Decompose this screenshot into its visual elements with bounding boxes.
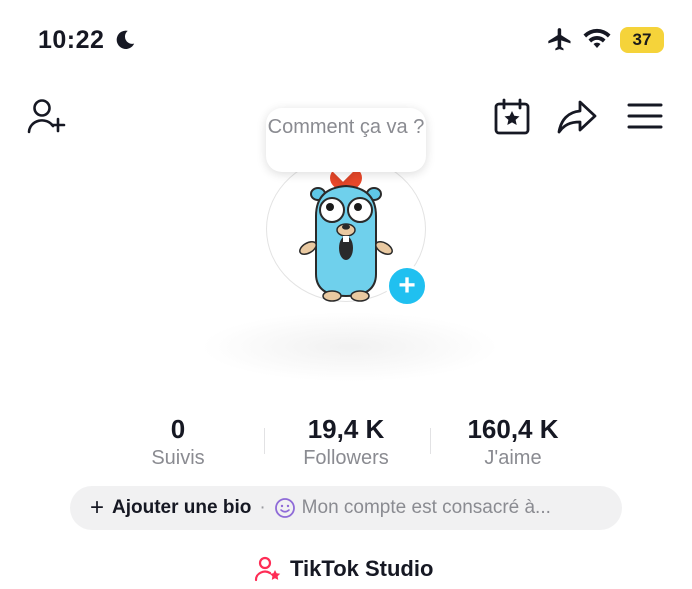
- stat-following-label: Suivis: [151, 447, 205, 469]
- stat-following-count: 0: [170, 414, 186, 444]
- blurred-username: [200, 312, 500, 382]
- stat-likes[interactable]: 160,4 K J'aime: [448, 414, 578, 472]
- share-icon[interactable]: [556, 98, 598, 136]
- bio-separator: ·: [259, 497, 266, 518]
- stat-divider: [264, 428, 265, 454]
- moon-icon: [116, 30, 135, 49]
- battery-icon: 37: [620, 27, 664, 53]
- add-bio-label: Ajouter une bio: [112, 497, 252, 518]
- add-bio-button[interactable]: + Ajouter une bio · Mon compte est consa…: [70, 486, 622, 530]
- plus-icon: +: [90, 494, 105, 521]
- status-bar: 10:22 37: [0, 0, 692, 80]
- stat-followers-label: Followers: [303, 447, 389, 469]
- add-friend-icon[interactable]: [26, 96, 68, 136]
- studio-icon: [254, 556, 281, 582]
- bio-suggestion: Mon compte est consacré à...: [301, 497, 551, 518]
- battery-level: 37: [632, 30, 652, 49]
- wifi-icon: [583, 28, 611, 48]
- calendar-star-icon[interactable]: [492, 97, 532, 137]
- smile-icon: [274, 498, 295, 518]
- status-time: 10:22: [38, 26, 105, 54]
- stat-divider: [430, 428, 431, 454]
- stat-likes-count: 160,4 K: [467, 414, 559, 444]
- status-bubble[interactable]: Comment ça va ?: [266, 108, 426, 172]
- bubble-text: Comment ça va ?: [267, 116, 425, 138]
- tiktok-studio-link[interactable]: TikTok Studio: [254, 554, 433, 584]
- menu-icon[interactable]: [626, 101, 664, 131]
- stat-followers[interactable]: 19,4 K Followers: [284, 414, 408, 472]
- stat-following[interactable]: 0 Suivis: [130, 414, 226, 472]
- studio-label: TikTok Studio: [290, 556, 434, 581]
- add-avatar-button[interactable]: +: [386, 265, 428, 307]
- stat-likes-label: J'aime: [484, 447, 542, 469]
- airplane-icon: [548, 28, 571, 51]
- stat-followers-count: 19,4 K: [307, 414, 385, 444]
